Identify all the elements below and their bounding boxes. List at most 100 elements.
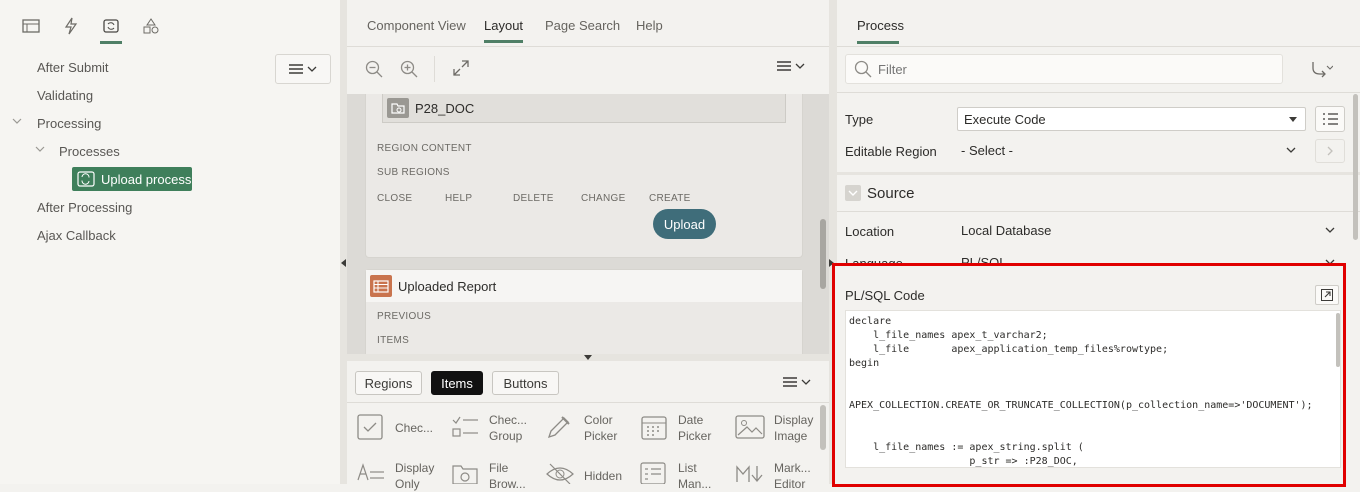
dynamic-actions-tab-icon[interactable] bbox=[58, 14, 84, 38]
divider bbox=[347, 46, 829, 47]
divider bbox=[347, 402, 829, 403]
processing-tab-icon[interactable] bbox=[98, 14, 124, 44]
property-scrollbar[interactable] bbox=[1353, 94, 1358, 240]
shared-components-tab-icon[interactable] bbox=[138, 14, 164, 38]
chevron-right-icon bbox=[1327, 146, 1333, 156]
tab-underline bbox=[857, 41, 899, 44]
filter-box bbox=[845, 54, 1283, 84]
code-line: declare bbox=[849, 316, 892, 327]
gallery-tab-items[interactable]: Items bbox=[431, 371, 483, 395]
collapse-group-button[interactable] bbox=[845, 185, 861, 201]
region-uploaded-report[interactable]: Uploaded Report PREVIOUS ITEMS bbox=[365, 269, 803, 354]
tree-node-label: Processing bbox=[37, 116, 102, 131]
hamburger-icon bbox=[783, 377, 797, 387]
tab-page-search[interactable]: Page Search bbox=[545, 18, 620, 33]
go-to-group-icon[interactable] bbox=[1311, 60, 1333, 78]
location-label: Location bbox=[845, 224, 895, 239]
external-editor-icon bbox=[1321, 289, 1333, 301]
checkbox-icon[interactable] bbox=[357, 414, 383, 440]
gallery-item-label[interactable]: Chec... bbox=[395, 420, 433, 436]
slot-label: HELP bbox=[445, 193, 473, 204]
collapse-chevron-icon[interactable] bbox=[35, 146, 45, 152]
date-picker-icon[interactable] bbox=[640, 413, 668, 441]
tree-node-label: Processes bbox=[59, 144, 120, 159]
tree-node-upload-process[interactable]: Upload process bbox=[72, 167, 192, 191]
region-title: Uploaded Report bbox=[398, 278, 497, 294]
hidden-icon[interactable] bbox=[545, 462, 575, 484]
plsql-code-editor[interactable]: declare l_file_names apex_t_varchar2; l_… bbox=[845, 310, 1341, 468]
tree-node-label: Upload process bbox=[101, 171, 192, 187]
code-scrollbar[interactable] bbox=[1336, 313, 1340, 367]
page-tree-pane: After Submit Validating Processing Proce… bbox=[0, 0, 340, 484]
splitter-down-arrow-icon[interactable] bbox=[584, 355, 592, 360]
editable-region-value: - Select - bbox=[961, 143, 1014, 158]
checkbox-group-icon[interactable] bbox=[451, 414, 479, 440]
slot-label: DELETE bbox=[513, 193, 554, 204]
expand-icon[interactable] bbox=[452, 59, 470, 77]
code-line: l_file_names := apex_string.split ( bbox=[849, 442, 1084, 453]
gallery-item-label[interactable]: Display Image bbox=[774, 412, 814, 444]
gallery-item-label[interactable]: Display Only bbox=[395, 460, 435, 492]
gallery-item-label[interactable]: List Man... bbox=[678, 460, 718, 492]
group-divider bbox=[837, 172, 1360, 175]
tab-help[interactable]: Help bbox=[636, 18, 663, 33]
filter-input[interactable] bbox=[878, 58, 1268, 80]
type-select[interactable]: Execute Code bbox=[957, 107, 1306, 131]
item-name: P28_DOC bbox=[415, 100, 475, 116]
tab-component-view[interactable]: Component View bbox=[367, 18, 466, 33]
zoom-in-icon[interactable] bbox=[400, 60, 418, 78]
code-line: l_file apex_application_temp_files%rowty… bbox=[849, 344, 1169, 355]
editable-region-select[interactable]: - Select - bbox=[957, 139, 1306, 163]
code-line: APEX_COLLECTION.CREATE_OR_TRUNCATE_COLLE… bbox=[849, 400, 1313, 411]
slot-label: SUB REGIONS bbox=[377, 167, 450, 178]
location-select[interactable]: Local Database bbox=[957, 219, 1345, 243]
collapse-chevron-icon[interactable] bbox=[12, 118, 22, 124]
horizontal-splitter[interactable] bbox=[347, 354, 829, 361]
display-only-icon[interactable] bbox=[357, 462, 385, 484]
search-icon bbox=[854, 60, 872, 78]
slot-label: PREVIOUS bbox=[377, 311, 432, 322]
central-pane: Component View Layout Page Search Help P… bbox=[347, 0, 829, 491]
gallery-scrollbar[interactable] bbox=[820, 405, 826, 450]
tab-layout[interactable]: Layout bbox=[484, 18, 524, 43]
tree-node-processes[interactable]: Processes bbox=[59, 144, 120, 159]
upload-button[interactable]: Upload bbox=[653, 209, 716, 239]
collapse-left-arrow-icon[interactable] bbox=[341, 259, 346, 267]
gallery-item-label[interactable]: Chec... Group bbox=[489, 412, 529, 444]
gallery-item-label[interactable]: Color Picker bbox=[584, 412, 624, 444]
tree-node-processing[interactable]: Processing bbox=[37, 116, 101, 131]
layout-menu-button[interactable] bbox=[777, 61, 805, 71]
markdown-editor-icon[interactable] bbox=[735, 462, 765, 484]
left-splitter[interactable] bbox=[340, 0, 347, 484]
zoom-out-icon[interactable] bbox=[365, 60, 383, 78]
canvas-scrollbar[interactable] bbox=[820, 219, 826, 289]
report-icon bbox=[370, 275, 392, 297]
tree-node-ajax-callback[interactable]: Ajax Callback bbox=[37, 228, 116, 243]
gallery-item-label[interactable]: File Brow... bbox=[489, 460, 529, 492]
tree-node-after-processing[interactable]: After Processing bbox=[37, 200, 132, 215]
gallery-tab-buttons[interactable]: Buttons bbox=[492, 371, 559, 395]
region-p28-doc[interactable]: P28_DOC REGION CONTENT SUB REGIONS CLOSE… bbox=[365, 94, 803, 258]
list-icon bbox=[1322, 112, 1338, 126]
tree-node-validating[interactable]: Validating bbox=[37, 88, 93, 103]
gallery-menu-button[interactable] bbox=[783, 377, 811, 387]
list-manager-icon[interactable] bbox=[640, 462, 668, 484]
tree-menu-button[interactable] bbox=[275, 54, 331, 84]
divider bbox=[837, 46, 1360, 47]
item-p28-doc[interactable]: P28_DOC bbox=[382, 94, 786, 123]
gallery-item-label[interactable]: Hidden bbox=[584, 468, 622, 484]
display-image-icon[interactable] bbox=[735, 413, 765, 441]
region-header: Uploaded Report bbox=[366, 270, 802, 302]
tree-node-after-submit[interactable]: After Submit bbox=[37, 60, 109, 75]
code-editor-expand-button[interactable] bbox=[1315, 285, 1339, 305]
gallery-item-label[interactable]: Date Picker bbox=[678, 412, 718, 444]
tree-node-label: Validating bbox=[37, 88, 94, 103]
list-view-button[interactable] bbox=[1315, 106, 1345, 132]
gallery-item-label[interactable]: Mark... Editor bbox=[774, 460, 814, 492]
color-picker-icon[interactable] bbox=[545, 413, 573, 441]
file-browse-icon[interactable] bbox=[451, 462, 479, 484]
go-to-region-button[interactable] bbox=[1315, 139, 1345, 163]
gallery-tab-regions[interactable]: Regions bbox=[355, 371, 422, 395]
tab-process[interactable]: Process bbox=[857, 18, 904, 33]
rendering-tab-icon[interactable] bbox=[18, 14, 44, 38]
